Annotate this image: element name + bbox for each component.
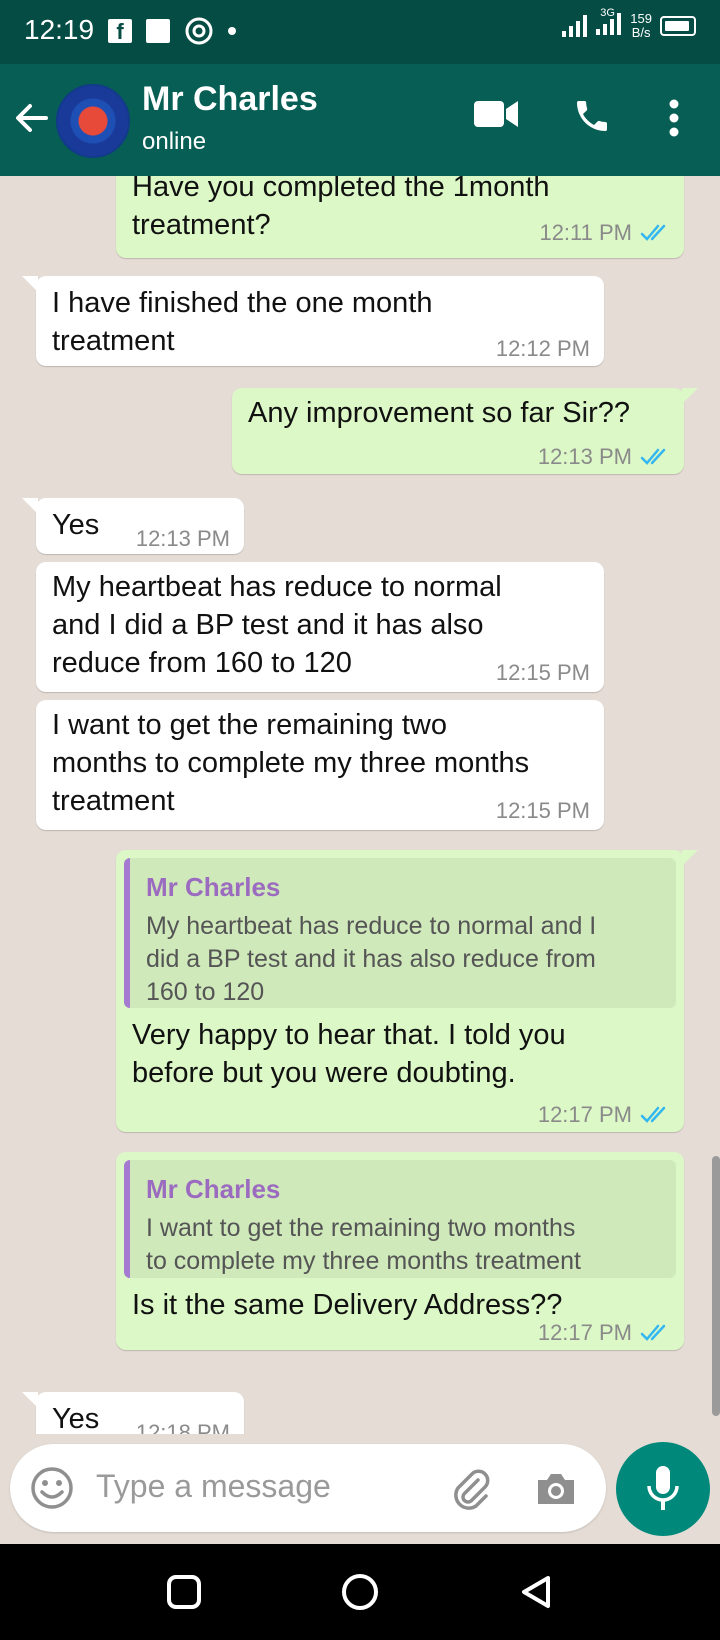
message-bubble-incoming[interactable]: My heartbeat has reduce to normal and I … (36, 562, 604, 692)
back-nav-icon[interactable] (518, 1574, 554, 1610)
status-bar: 12:19 f 3G 159 B/s (0, 0, 720, 64)
message-input[interactable]: Type a message (10, 1444, 606, 1532)
message-bubble-incoming[interactable]: I have finished the one month treatment … (22, 276, 604, 368)
double-tick-icon (640, 1324, 666, 1341)
speed-value: 159 (630, 11, 652, 26)
message-time: 12:13 PM (135, 526, 230, 551)
quoted-line: to complete my three months treatment (146, 1247, 581, 1275)
message-placeholder[interactable]: Type a message (96, 1468, 331, 1505)
double-tick-icon (640, 1106, 666, 1123)
message-meta: 12:12 PM (496, 330, 590, 368)
system-indicators: 3G 159 B/s (562, 7, 696, 40)
message-meta: 12:17 PM (538, 1096, 672, 1134)
bubble-tail (22, 498, 38, 514)
message-meta: 12:11 PM (539, 214, 672, 252)
message-time: 12:17 PM (537, 1102, 632, 1127)
message-line: I want to get the remaining two (52, 709, 447, 741)
message-line: reduce from 160 to 120 (52, 647, 352, 679)
message-bubble-outgoing[interactable]: Mr Charles I want to get the remaining t… (116, 1152, 684, 1350)
quoted-author: Mr Charles (146, 1174, 281, 1204)
avatar[interactable] (56, 84, 130, 158)
signal-3g-indicator: 3G (596, 7, 622, 40)
emoji-icon[interactable] (30, 1466, 74, 1510)
message-line: months to complete my three months (52, 747, 530, 779)
contact-status: online (142, 128, 207, 155)
double-tick-icon (640, 448, 666, 465)
message-line: I have finished the one month (52, 287, 433, 319)
app-notification-icon (146, 19, 170, 43)
quoted-line: did a BP test and it has also reduce fro… (146, 945, 596, 973)
status-time: 12:19 (24, 14, 95, 45)
network-type: 3G (600, 6, 615, 19)
system-navigation-bar (0, 1544, 720, 1640)
bubble-tail (22, 276, 38, 292)
message-line: Yes (52, 1403, 100, 1434)
message-line: treatment (52, 325, 175, 357)
message-meta: 12:13 PM (538, 438, 672, 476)
message-meta: 12:18 PM (136, 1414, 230, 1434)
message-line: treatment? (132, 209, 271, 241)
message-line: Yes (52, 509, 100, 541)
message-time: 12:15 PM (495, 660, 590, 685)
camera-icon[interactable] (534, 1466, 578, 1510)
quoted-line: My heartbeat has reduce to normal and I (146, 912, 597, 940)
message-list[interactable]: Have you completed the 1month treatment?… (0, 176, 720, 1434)
quoted-author: Mr Charles (146, 872, 281, 902)
quoted-line: I want to get the remaining two months (146, 1214, 576, 1242)
composer-bar: Type a message (0, 1434, 720, 1544)
battery-icon (660, 16, 696, 36)
bubble-tail (682, 850, 698, 866)
recent-apps-icon[interactable] (166, 1574, 202, 1610)
message-line: My heartbeat has reduce to normal (52, 571, 502, 603)
message-meta: 12:15 PM (496, 792, 590, 830)
signal-icon (562, 15, 588, 37)
message-line: Have you completed the 1month (132, 176, 550, 203)
mic-icon (647, 1466, 679, 1510)
scrollbar[interactable] (712, 1156, 720, 1416)
message-line: treatment (52, 785, 175, 817)
contact-name[interactable]: Mr Charles (142, 80, 318, 119)
home-icon[interactable] (340, 1572, 380, 1612)
voice-record-button[interactable] (616, 1442, 710, 1536)
message-meta: 12:15 PM (496, 654, 590, 692)
bubble-tail (22, 1392, 38, 1408)
message-time: 12:11 PM (539, 220, 632, 245)
message-bubble-incoming[interactable]: Yes 12:13 PM (22, 498, 244, 554)
network-speed: 159 B/s (630, 12, 652, 40)
message-meta: 12:13 PM (136, 520, 230, 558)
double-tick-icon (640, 224, 666, 241)
video-call-icon[interactable] (474, 98, 518, 130)
message-line: Is it the same Delivery Address?? (132, 1289, 563, 1321)
voice-call-icon[interactable] (572, 96, 612, 136)
message-time: 12:13 PM (537, 444, 632, 469)
message-line: before but you were doubting. (132, 1057, 516, 1089)
message-bubble-outgoing[interactable]: Mr Charles My heartbeat has reduce to no… (116, 850, 698, 1134)
message-time: 12:12 PM (495, 336, 590, 361)
quoted-message[interactable]: Mr Charles I want to get the remaining t… (124, 1160, 676, 1278)
message-time: 12:18 PM (135, 1420, 230, 1434)
attach-icon[interactable] (448, 1466, 492, 1510)
message-bubble-incoming[interactable]: Yes 12:18 PM (22, 1392, 244, 1434)
quoted-message[interactable]: Mr Charles My heartbeat has reduce to no… (124, 858, 676, 1008)
chat-header: Mr Charles online (0, 64, 720, 176)
message-time: 12:17 PM (537, 1320, 632, 1345)
message-line: Very happy to hear that. I told you (132, 1019, 566, 1051)
more-options-icon[interactable] (668, 98, 680, 138)
quoted-line: 160 to 120 (146, 978, 265, 1006)
message-time: 12:15 PM (495, 798, 590, 823)
message-bubble-outgoing[interactable]: Have you completed the 1month treatment?… (116, 176, 684, 258)
message-line: Any improvement so far Sir?? (248, 397, 630, 429)
message-meta: 12:17 PM (538, 1314, 672, 1352)
back-arrow-icon[interactable] (14, 100, 50, 136)
hotspot-icon (185, 17, 213, 45)
message-line: and I did a BP test and it has also (52, 609, 484, 641)
message-bubble-incoming[interactable]: I want to get the remaining two months t… (36, 700, 604, 830)
message-bubble-outgoing[interactable]: Any improvement so far Sir?? 12:13 PM (232, 388, 698, 476)
more-notifications-icon (228, 27, 236, 35)
bubble-tail (682, 388, 698, 404)
facebook-icon: f (108, 19, 132, 44)
notification-icons: f (108, 16, 236, 46)
speed-unit: B/s (631, 25, 651, 40)
